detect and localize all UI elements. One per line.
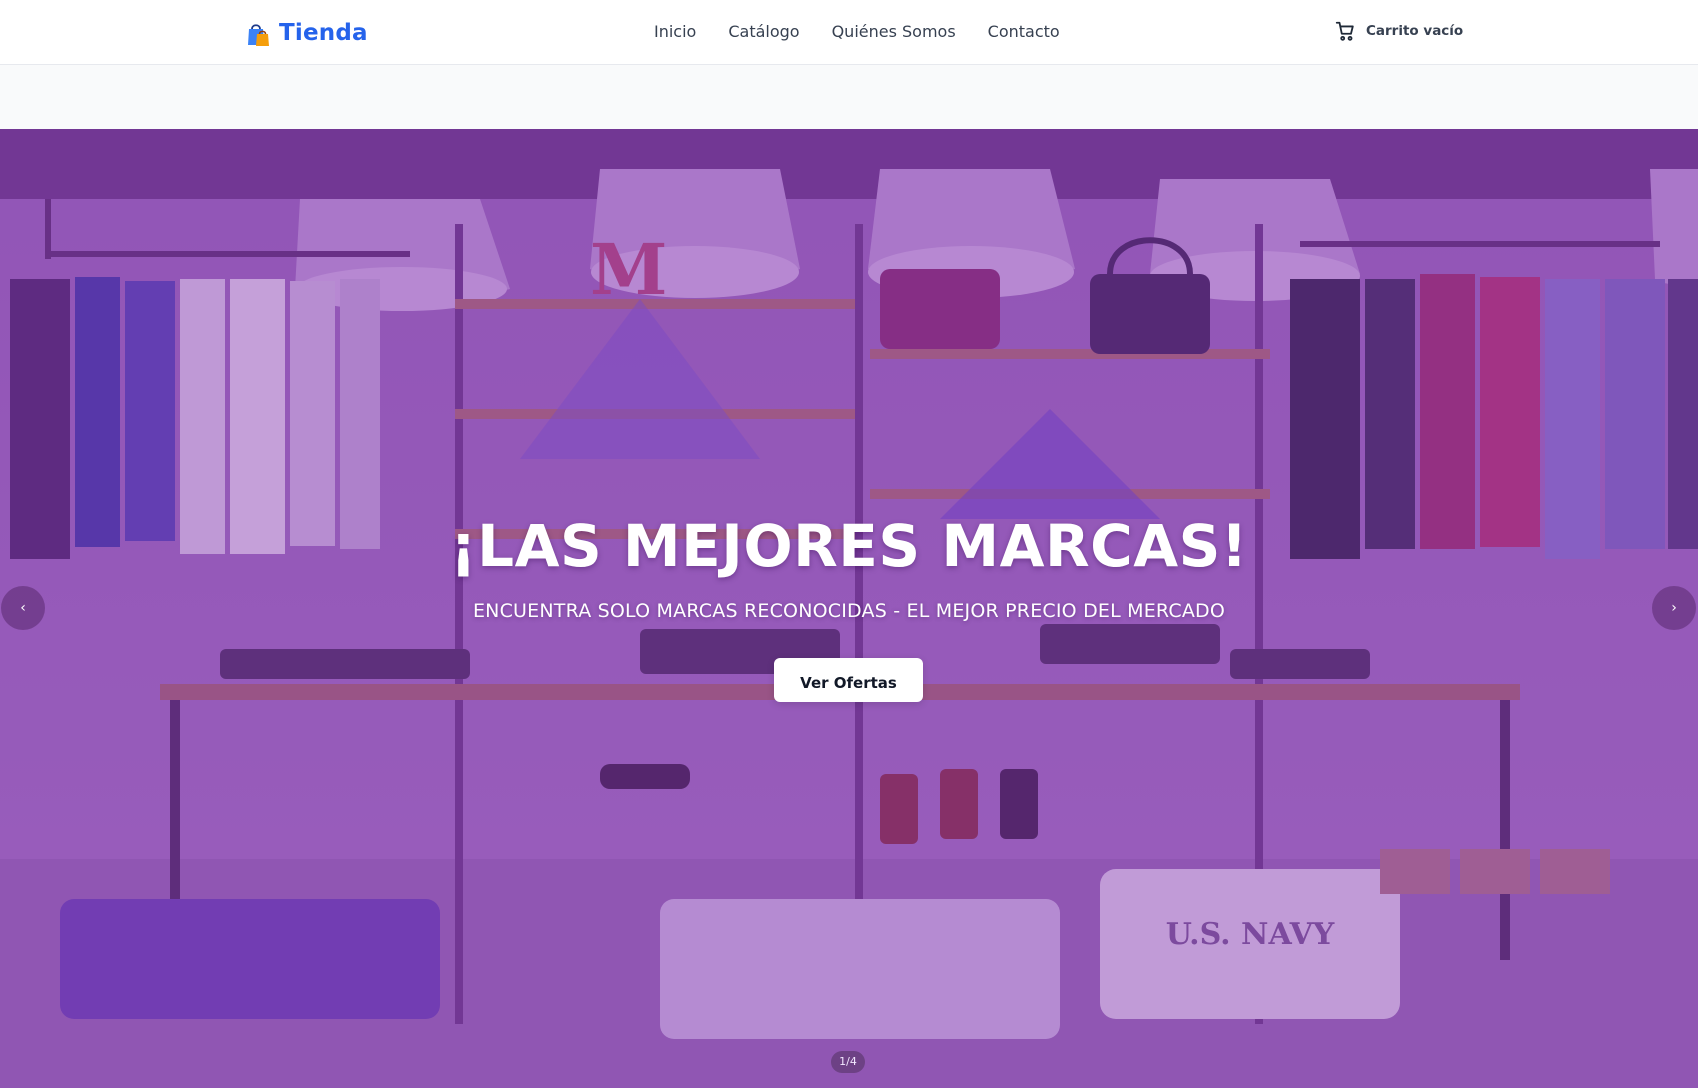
ver-ofertas-button[interactable]: Ver Ofertas [774,658,923,702]
logo-link[interactable]: Tienda [243,17,368,49]
shopping-cart-icon [1335,21,1354,41]
logo-text: Tienda [279,20,368,46]
cart-status-label: Carrito vacío [1366,23,1464,39]
slider-next-button[interactable]: › [1652,586,1696,630]
announcement-band [0,65,1698,129]
nav-link-contacto[interactable]: Contacto [988,21,1060,43]
hero-slider: M U.S. NAVY ¡LAS MEJORES MARCAS! ENCUENT… [0,129,1698,1088]
slide-counter-badge: 1/4 [831,1051,865,1073]
hero-subtitle: ENCUENTRA SOLO MARCAS RECONOCIDAS - EL M… [472,600,1226,622]
nav-link-inicio[interactable]: Inicio [654,21,696,43]
nav-link-quienes-somos[interactable]: Quiénes Somos [832,21,956,43]
nav-link-catalogo[interactable]: Catálogo [728,21,799,43]
slider-prev-button[interactable]: ‹ [1,586,45,630]
cart-button[interactable]: Carrito vacío [1334,20,1463,42]
site-header: Tienda Inicio Catálogo Quiénes Somos Con… [0,0,1698,65]
main-nav: Inicio Catálogo Quiénes Somos Contacto [654,21,1060,43]
hero-title: ¡LAS MEJORES MARCAS! [450,512,1248,580]
shopping-bags-icon [248,24,269,46]
